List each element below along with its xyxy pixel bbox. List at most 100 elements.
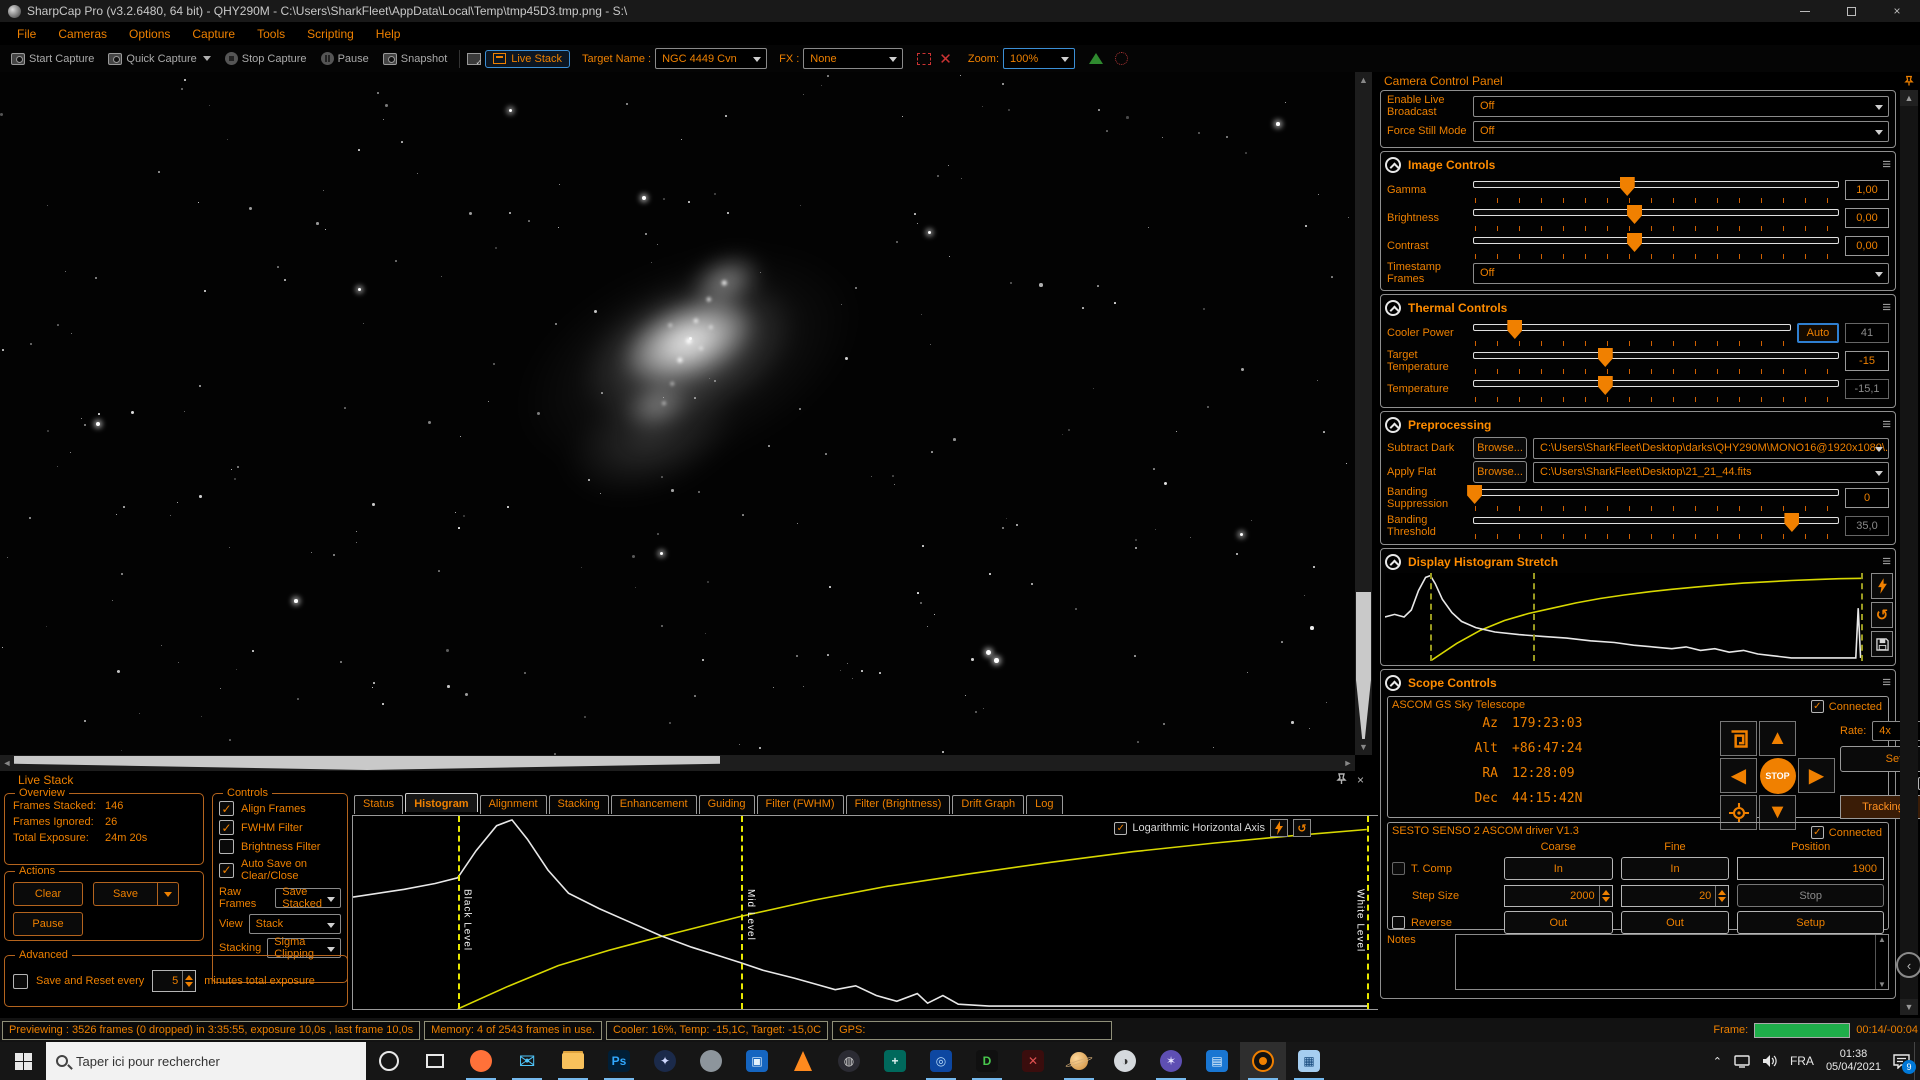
- tab-status[interactable]: Status: [354, 795, 403, 814]
- select-enable-live-broadcast[interactable]: Off: [1473, 96, 1889, 117]
- slew-up-button[interactable]: ▲: [1759, 721, 1796, 756]
- tcomp-checkbox[interactable]: [1392, 862, 1405, 875]
- file-path-select[interactable]: C:\Users\SharkFleet\Desktop\darks\QHY290…: [1533, 438, 1889, 459]
- panel-scroll-down-icon[interactable]: ▼: [1900, 999, 1918, 1015]
- collapse-image-controls-icon[interactable]: [1385, 157, 1401, 173]
- scroll-left-icon[interactable]: ◄: [0, 755, 14, 771]
- pause-button[interactable]: Pause: [13, 912, 83, 936]
- menu-help[interactable]: Help: [365, 24, 412, 44]
- taskbar-sky-atlas-icon[interactable]: ✦: [642, 1042, 688, 1080]
- coarse-in-button[interactable]: In: [1504, 857, 1613, 880]
- menu-capture[interactable]: Capture: [181, 24, 246, 44]
- focuser-connected-checkbox[interactable]: ✓: [1811, 826, 1824, 839]
- tab-filter-brightness-[interactable]: Filter (Brightness): [846, 795, 951, 814]
- reticle-icon[interactable]: [1115, 52, 1128, 65]
- slider-banding-threshold[interactable]: [1473, 513, 1839, 539]
- volume-icon[interactable]: [1762, 1054, 1778, 1068]
- notes-scrollbar[interactable]: ▲▼: [1875, 935, 1888, 989]
- reverse-checkbox[interactable]: [1392, 916, 1405, 929]
- taskbar-file-explorer-icon[interactable]: [550, 1042, 596, 1080]
- save-button[interactable]: Save: [93, 882, 157, 906]
- slew-stop-button[interactable]: STOP: [1759, 758, 1796, 793]
- checkbox-icon[interactable]: ✓: [219, 863, 234, 878]
- tab-guiding[interactable]: Guiding: [699, 795, 755, 814]
- browse-button[interactable]: Browse...: [1473, 437, 1527, 459]
- scroll-up-icon[interactable]: ▲: [1355, 72, 1372, 88]
- level-line-white-level[interactable]: White Level: [1367, 816, 1369, 1009]
- taskbar-planetarium-icon[interactable]: [1056, 1042, 1102, 1080]
- clear-button[interactable]: Clear: [13, 882, 83, 906]
- slider-track[interactable]: [1473, 489, 1839, 496]
- show-desktop-button[interactable]: [1914, 1042, 1920, 1080]
- taskbar-red-cross-app-icon[interactable]: ✕: [1010, 1042, 1056, 1080]
- focuser-stop-button[interactable]: Stop: [1737, 884, 1884, 907]
- menu-cameras[interactable]: Cameras: [47, 24, 118, 44]
- slider-contrast[interactable]: [1473, 233, 1839, 259]
- pin-icon[interactable]: [1336, 773, 1347, 785]
- slider-thumb-icon[interactable]: [1627, 233, 1642, 252]
- checkbox-icon[interactable]: [219, 839, 234, 854]
- check-auto-save-on-clear-close[interactable]: ✓Auto Save on Clear/Close: [213, 856, 347, 884]
- taskbar-mono-utility-icon[interactable]: ◑: [1102, 1042, 1148, 1080]
- tab-drift-graph[interactable]: Drift Graph: [952, 795, 1024, 814]
- minimize-button[interactable]: [1782, 0, 1828, 22]
- slider-thumb-icon[interactable]: [1620, 177, 1635, 196]
- close-button[interactable]: ×: [1874, 0, 1920, 22]
- taskbar-cortana-icon[interactable]: [366, 1042, 412, 1080]
- taskbar-ascom-camera-icon[interactable]: ◎: [918, 1042, 964, 1080]
- check-align-frames[interactable]: ✓Align Frames: [213, 799, 347, 818]
- scroll-down-icon[interactable]: ▼: [1355, 739, 1372, 755]
- histogram-auto-stretch-icon[interactable]: [1270, 819, 1288, 837]
- vscroll-thumb[interactable]: [1356, 592, 1371, 752]
- histogram-reset-icon[interactable]: ↺: [1293, 819, 1311, 837]
- save-options-dropdown[interactable]: [157, 882, 179, 906]
- live-stack-button[interactable]: Live Stack: [485, 50, 570, 68]
- save-stretch-icon[interactable]: [1871, 631, 1893, 657]
- minutes-spinner[interactable]: 5: [152, 970, 196, 992]
- clear-selection-icon[interactable]: ✕: [939, 50, 952, 68]
- select-force-still-mode[interactable]: Off: [1473, 121, 1889, 142]
- slider-banding-suppression[interactable]: [1473, 485, 1839, 511]
- tray-expand-icon[interactable]: ⌃: [1713, 1055, 1722, 1068]
- taskbar-firefox-icon[interactable]: [458, 1042, 504, 1080]
- slider-track[interactable]: [1473, 517, 1839, 524]
- taskbar-image-viewer-icon[interactable]: ▦: [1286, 1042, 1332, 1080]
- dropdown-arrow-icon[interactable]: [203, 56, 211, 61]
- toolbar-stop-capture-button[interactable]: Stop Capture: [220, 50, 312, 67]
- clock[interactable]: 01:38 05/04/2021: [1826, 1048, 1881, 1074]
- histogram-toggle-icon[interactable]: [1089, 53, 1103, 64]
- dhs-menu-icon[interactable]: ≡: [1882, 557, 1891, 567]
- scope-menu-icon[interactable]: ≡: [1882, 678, 1891, 688]
- taskbar-mail-icon[interactable]: ✉: [504, 1042, 550, 1080]
- maximize-button[interactable]: [1828, 0, 1874, 22]
- preprocessing-menu-icon[interactable]: ≡: [1882, 420, 1891, 430]
- fine-out-button[interactable]: Out: [1621, 911, 1730, 934]
- taskbar-deepskystacker-icon[interactable]: D: [964, 1042, 1010, 1080]
- collapse-dhs-icon[interactable]: [1385, 554, 1401, 570]
- notification-center-icon[interactable]: 9: [1893, 1054, 1910, 1069]
- slider-target-temperature[interactable]: [1473, 348, 1839, 374]
- taskbar-sharpcap-icon[interactable]: [1240, 1042, 1286, 1080]
- auto-stretch-icon[interactable]: [1871, 573, 1893, 599]
- slider-cooler-power[interactable]: [1473, 320, 1791, 346]
- taskbar-vlc-icon[interactable]: [780, 1042, 826, 1080]
- slider-track[interactable]: [1473, 352, 1839, 359]
- level-line-mid-level[interactable]: Mid Level: [741, 816, 743, 1009]
- tab-enhancement[interactable]: Enhancement: [611, 795, 697, 814]
- slider-thumb-icon[interactable]: [1627, 205, 1642, 224]
- tab-stacking[interactable]: Stacking: [549, 795, 609, 814]
- collapse-thermal-icon[interactable]: [1385, 300, 1401, 316]
- taskbar-photoshop-icon[interactable]: Ps: [596, 1042, 642, 1080]
- timestamp-frames-select[interactable]: Off: [1473, 263, 1889, 284]
- image-controls-menu-icon[interactable]: ≡: [1882, 160, 1891, 170]
- taskbar-galaxy-map-icon[interactable]: ✶: [1148, 1042, 1194, 1080]
- target-name-select[interactable]: NGC 4449 Cvn: [655, 48, 767, 69]
- checkbox-icon[interactable]: ✓: [219, 820, 234, 835]
- hscroll-thumb[interactable]: [14, 756, 720, 770]
- file-path-select[interactable]: C:\Users\SharkFleet\Desktop\21_21_44.fit…: [1533, 462, 1889, 483]
- notes-textarea[interactable]: ▲▼: [1455, 934, 1889, 990]
- start-button[interactable]: [0, 1042, 46, 1080]
- tab-histogram[interactable]: Histogram: [405, 793, 477, 812]
- toolbar-pause-button[interactable]: Pause: [316, 50, 374, 67]
- slider-thumb-icon[interactable]: [1598, 376, 1613, 395]
